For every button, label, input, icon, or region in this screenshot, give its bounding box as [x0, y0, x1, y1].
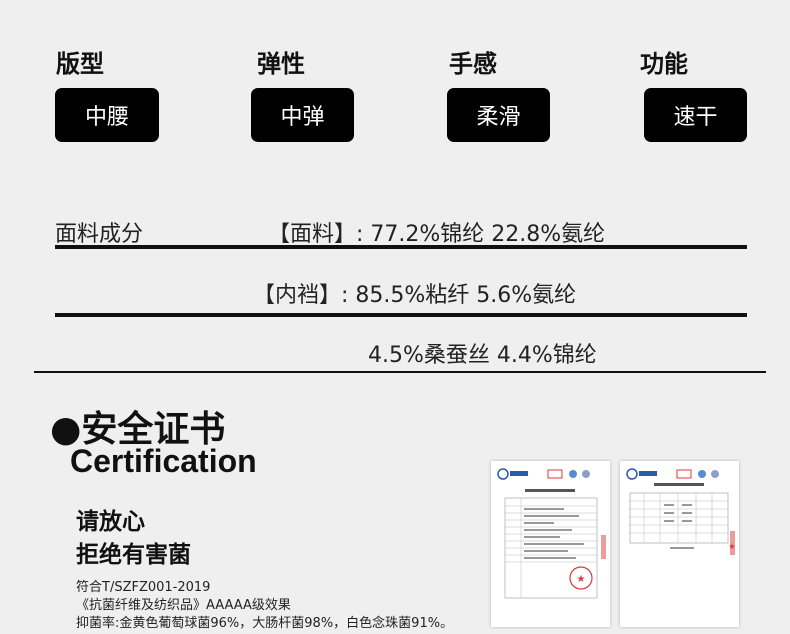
attr-label-fit: 版型 [56, 50, 104, 78]
certificate-document-2: ★ [620, 461, 739, 627]
attr-value-feel: 柔滑 [447, 88, 550, 142]
divider [55, 313, 747, 317]
fabric-heading: 面料成分 [55, 222, 144, 247]
inhibition-rates-text: 抑菌率:金黄色葡萄球菌96%，大肠杆菌98%，白色念珠菌91%。 [76, 616, 454, 631]
side-stamp-icon: ★ [728, 531, 736, 555]
certification-subtitle: Certification [70, 443, 257, 479]
divider [55, 245, 747, 249]
certificate-logo-icon [626, 468, 657, 480]
fabric-row-crotch: 【内裆】: 85.5%粘纤 5.6%氨纶 [253, 283, 577, 308]
attr-value-function: 速干 [644, 88, 747, 142]
attr-label-function: 功能 [640, 50, 688, 78]
attr-value-elasticity: 中弹 [251, 88, 354, 142]
svg-text:★: ★ [577, 574, 586, 585]
fabric-row-crotch-cont: 4.5%桑蚕丝 4.4%锦纶 [368, 343, 597, 368]
standard-name-text: 《抗菌纤维及纺织品》AAAAA级效果 [76, 598, 291, 613]
attr-value-fit: 中腰 [55, 88, 159, 142]
slogan-line-2: 拒绝有害菌 [76, 542, 191, 568]
certificate-document-1: ★ [491, 461, 610, 627]
standard-text: 符合T/SZFZ001-2019 [76, 580, 211, 595]
side-stamp-icon [601, 535, 606, 559]
svg-text:★: ★ [728, 542, 735, 551]
fabric-row-main: 【面料】: 77.2%锦纶 22.8%氨纶 [268, 222, 606, 247]
attr-label-elasticity: 弹性 [257, 50, 305, 78]
certificate-logo-icon [497, 468, 528, 480]
slogan-line-1: 请放心 [76, 509, 145, 535]
attr-label-feel: 手感 [449, 50, 497, 78]
divider [34, 371, 766, 373]
red-stamp-icon: ★ [569, 566, 593, 590]
